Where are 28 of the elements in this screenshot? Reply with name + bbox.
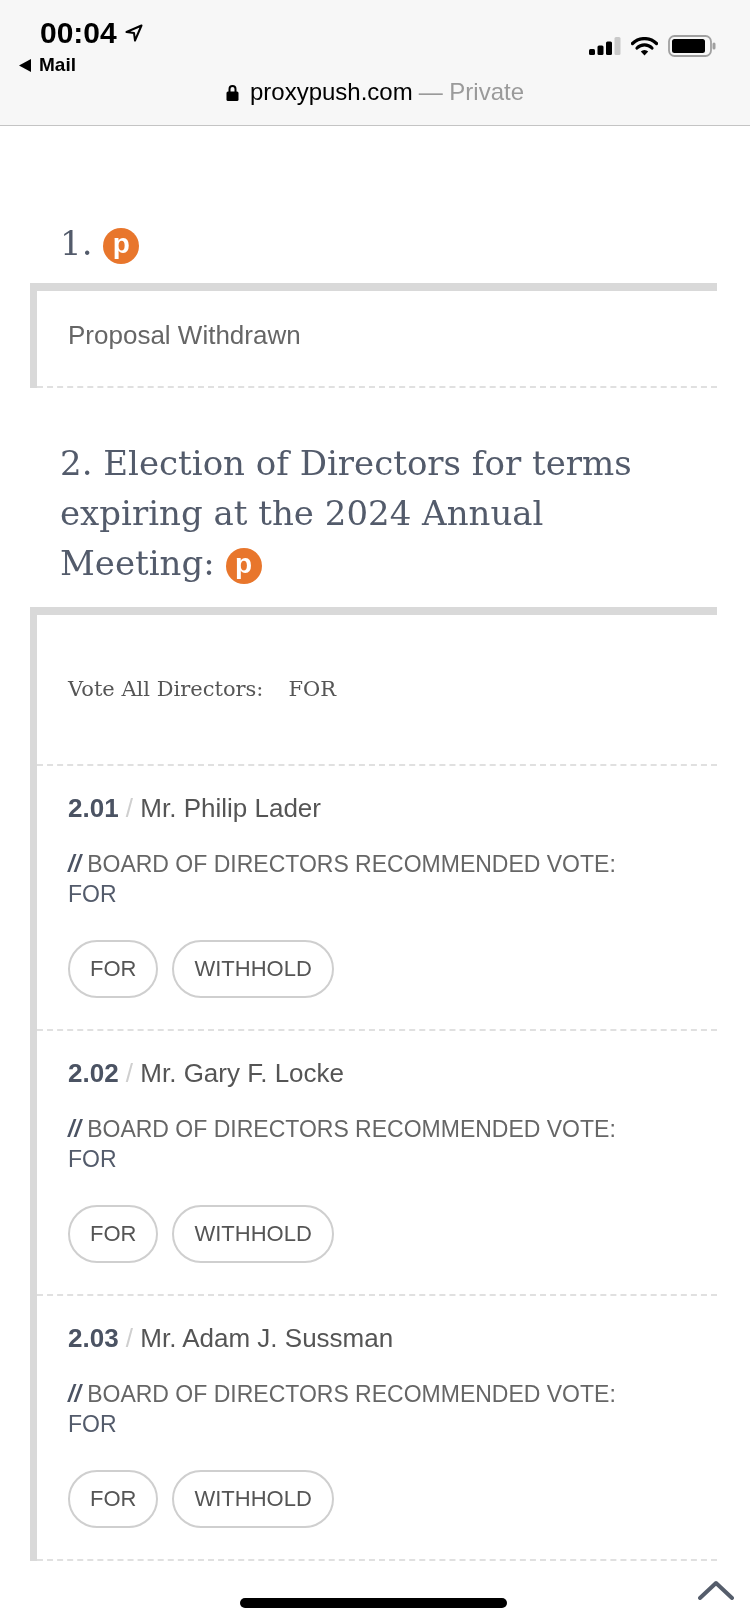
director-heading: 2.02 / Mr. Gary F. Locke xyxy=(68,1058,346,1088)
location-arrow-icon xyxy=(124,24,143,42)
status-time: 00:04 xyxy=(40,16,117,50)
director-heading: 2.03 / Mr. Adam J. Sussman xyxy=(68,1323,395,1353)
vote-option-button[interactable]: WITHHOLD xyxy=(172,1470,334,1528)
vote-option-button[interactable]: WITHHOLD xyxy=(172,940,334,998)
vote-all-label: Vote All Directors: xyxy=(68,676,264,703)
chevron-up-icon xyxy=(698,1580,734,1600)
recommendation-text: // BOARD OF DIRECTORS RECOMMENDED VOTE: FOR xyxy=(68,1115,617,1174)
vote-option-button[interactable]: FOR xyxy=(68,1470,159,1528)
withdrawn-notice: Proposal Withdrawn xyxy=(68,320,302,350)
back-to-app-link[interactable]: Mail xyxy=(19,53,143,77)
signal-bars-icon xyxy=(589,37,621,55)
lock-icon xyxy=(225,83,239,101)
vote-option-button[interactable]: FOR xyxy=(68,940,159,998)
back-triangle-icon xyxy=(19,58,31,72)
proposal-title: 1. p xyxy=(60,218,687,268)
address-bar[interactable]: proxypush.com — Private xyxy=(225,78,525,106)
proposal-title: 2. Election of Directors for terms expiring at the 2024 Annual Meeting: p xyxy=(60,442,633,586)
recommendation-text: // BOARD OF DIRECTORS RECOMMENDED VOTE: FOR xyxy=(68,850,617,909)
vote-all-value[interactable]: FOR xyxy=(288,674,337,704)
vote-option-button[interactable]: WITHHOLD xyxy=(172,1205,334,1263)
director-heading: 2.01 / Mr. Philip Lader xyxy=(68,793,322,823)
vote-option-button[interactable]: FOR xyxy=(68,1205,159,1263)
recommendation-text: // BOARD OF DIRECTORS RECOMMENDED VOTE: FOR xyxy=(68,1380,617,1439)
battery-icon xyxy=(668,35,716,57)
scroll-to-top-button[interactable] xyxy=(698,1580,734,1600)
wifi-icon xyxy=(631,36,658,56)
